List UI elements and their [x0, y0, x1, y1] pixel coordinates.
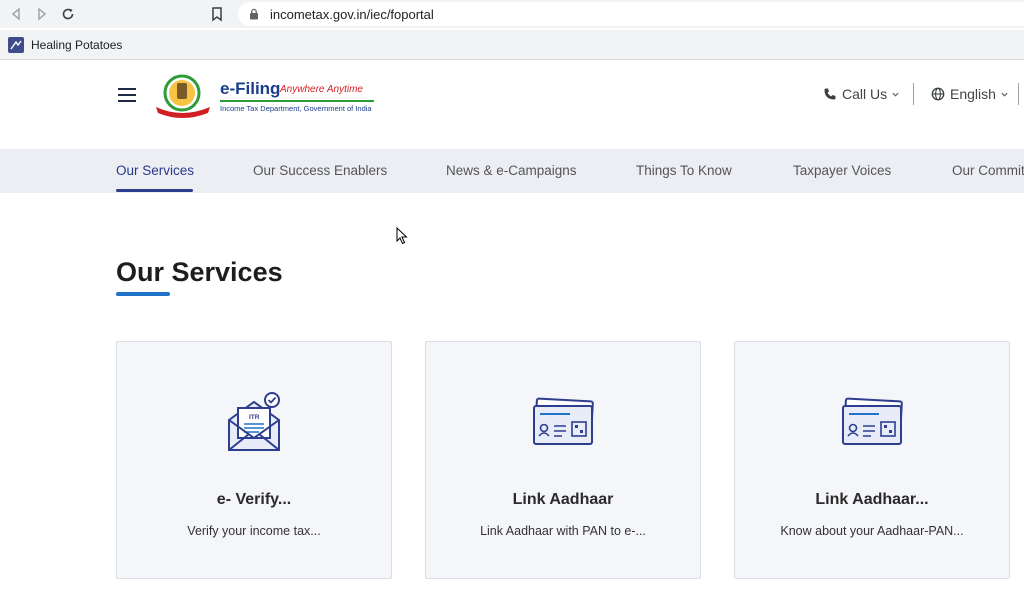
bookmark-star-button[interactable] — [208, 5, 226, 23]
site-header: e-Filing Anywhere Anytime Income Tax Dep… — [0, 61, 1024, 149]
mouse-cursor-icon — [396, 227, 408, 245]
efiling-logo[interactable]: e-Filing Anywhere Anytime Income Tax Dep… — [152, 71, 382, 119]
title-underline — [116, 292, 170, 296]
active-tab-indicator — [116, 189, 193, 192]
logo-tagline: Anywhere Anytime — [280, 84, 363, 95]
tab-news-e-campaigns[interactable]: News & e-Campaigns — [446, 149, 577, 193]
logo-divider — [220, 100, 374, 102]
card-title: Link Aadhaar... — [815, 491, 929, 508]
service-card-link-aadhaar-status[interactable]: Link Aadhaar... Know about your Aadhaar-… — [734, 341, 1010, 579]
bookmark-favicon-icon — [8, 36, 24, 53]
tab-our-services[interactable]: Our Services — [116, 149, 194, 193]
menu-hamburger-icon[interactable] — [118, 88, 136, 102]
bookmarks-bar: Healing Potatoes — [0, 30, 1024, 60]
forward-button[interactable] — [29, 1, 55, 27]
logo-subtitle: Income Tax Department, Government of Ind… — [220, 104, 372, 113]
url-text: incometax.gov.in/iec/foportal — [270, 6, 434, 22]
call-us-label: Call Us — [842, 86, 888, 102]
language-dropdown[interactable]: English — [931, 86, 1009, 102]
chevron-down-icon — [892, 92, 899, 97]
address-bar[interactable]: incometax.gov.in/iec/foportal — [238, 2, 1024, 26]
bookmark-healing-potatoes[interactable]: Healing Potatoes — [31, 38, 122, 52]
logo-title: e-Filing — [220, 79, 281, 98]
header-separator — [1018, 83, 1019, 105]
browser-toolbar: incometax.gov.in/iec/foportal — [0, 0, 1024, 28]
header-separator — [913, 83, 914, 105]
chevron-down-icon — [1001, 92, 1008, 97]
service-card-link-aadhaar[interactable]: Link Aadhaar Link Aadhaar with PAN to e-… — [425, 341, 701, 579]
reload-icon — [62, 8, 74, 20]
phone-icon — [824, 88, 836, 100]
emblem-icon — [156, 74, 210, 118]
globe-icon — [931, 87, 945, 101]
tab-taxpayer-voices[interactable]: Taxpayer Voices — [793, 149, 891, 193]
card-description: Link Aadhaar with PAN to e-... — [480, 524, 646, 538]
id-card-icon — [533, 397, 594, 445]
back-button[interactable] — [3, 1, 29, 27]
page-title: Our Services — [116, 257, 283, 287]
forward-arrow-icon — [38, 7, 47, 21]
card-title: e- Verify... — [216, 491, 292, 508]
section-tabs: Our Services Our Success Enablers News &… — [0, 149, 1024, 193]
card-description: Verify your income tax... — [187, 524, 321, 538]
language-label: English — [950, 86, 996, 102]
id-card-icon — [842, 397, 903, 445]
svg-text:ITR: ITR — [249, 414, 260, 421]
tab-things-to-know[interactable]: Things To Know — [636, 149, 732, 193]
card-description: Know about your Aadhaar-PAN... — [780, 524, 964, 538]
envelope-itr-icon: ITR — [228, 392, 280, 451]
tab-our-success-enablers[interactable]: Our Success Enablers — [253, 149, 387, 193]
service-card-e-verify[interactable]: ITR e- Verify... Verify your income tax.… — [116, 341, 392, 579]
lock-icon — [250, 8, 258, 20]
tab-our-commitment[interactable]: Our Commitment — [952, 149, 1024, 193]
back-arrow-icon — [11, 7, 20, 21]
reload-button[interactable] — [55, 1, 81, 27]
card-title: Link Aadhaar — [512, 491, 614, 508]
call-us-dropdown[interactable]: Call Us — [823, 86, 900, 102]
